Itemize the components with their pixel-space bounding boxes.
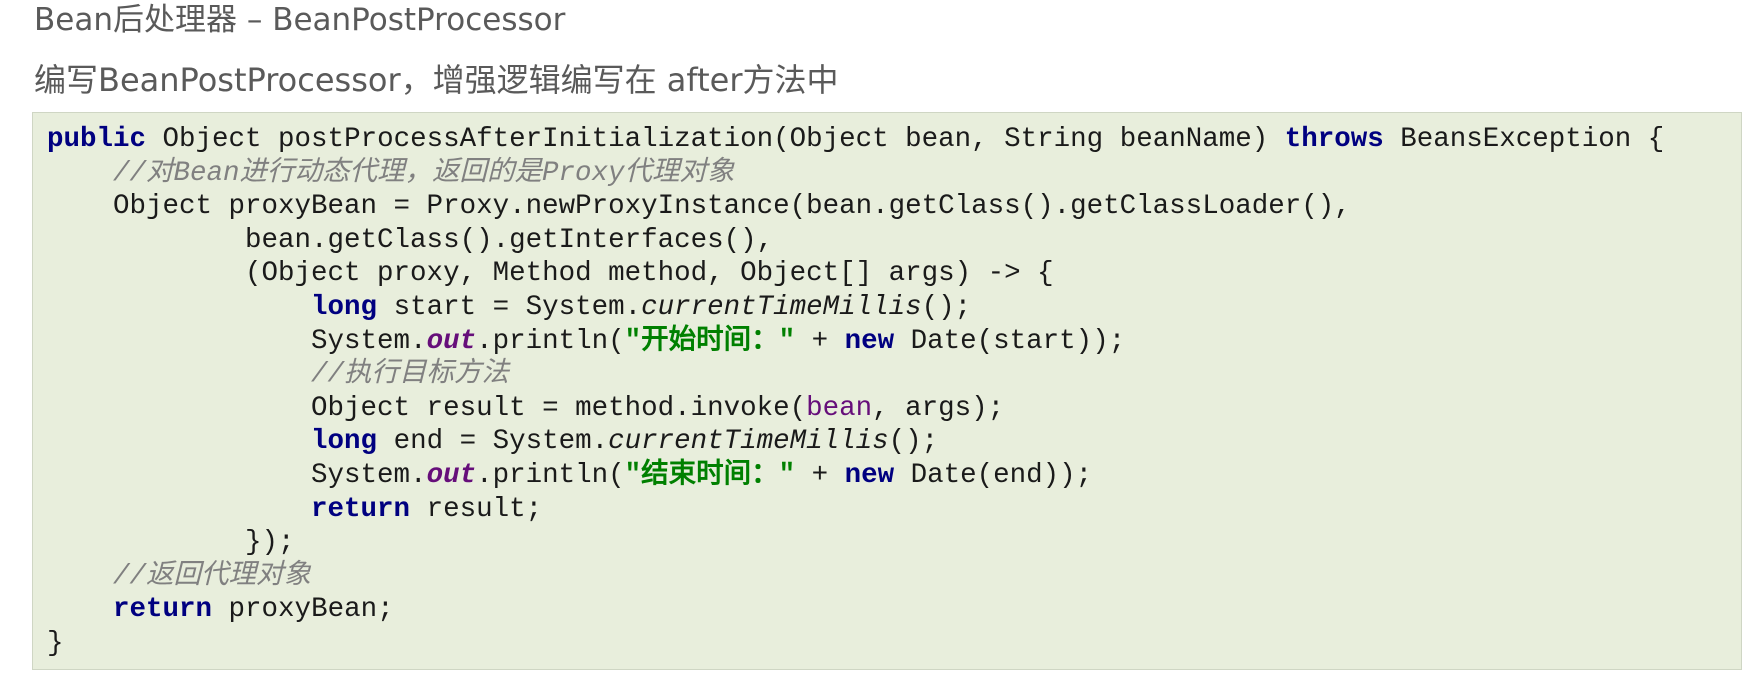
code-line: long start = System.currentTimeMillis(); (47, 291, 1741, 325)
code-comment: //执行目标方法 (311, 359, 510, 391)
code-static-field: out (426, 325, 477, 357)
code-text: Date(start)); (894, 325, 1126, 357)
code-static-method: currentTimeMillis (641, 291, 922, 323)
code-text: Date(end)); (894, 459, 1093, 491)
code-variable: bean (806, 392, 873, 424)
code-comment: //对Bean进行动态代理，返回的是Proxy代理对象 (113, 157, 735, 189)
code-text: Object result = method.invoke( (47, 392, 807, 424)
code-text: + (795, 459, 845, 491)
code-text: Object proxyBean = Proxy.newProxyInstanc… (47, 191, 1351, 223)
code-string: "结束时间：" (624, 459, 796, 491)
code-text: }); (47, 527, 295, 559)
code-line: (Object proxy, Method method, Object[] a… (47, 257, 1741, 291)
code-keyword: new (844, 325, 895, 357)
code-text: (); (921, 291, 972, 323)
code-text: + (795, 325, 845, 357)
code-text: bean.getClass().getInterfaces(), (47, 224, 774, 256)
code-text: result; (410, 493, 543, 525)
code-line: }); (47, 526, 1741, 560)
code-text: System. (47, 459, 427, 491)
code-line: Object result = method.invoke(bean, args… (47, 392, 1741, 426)
code-text: proxyBean; (212, 594, 394, 626)
code-line: //执行目标方法 (47, 358, 1741, 392)
code-text: Object postProcessAfterInitialization(Ob… (146, 124, 1285, 155)
code-text: start = System. (377, 291, 642, 323)
code-line: return result; (47, 493, 1741, 527)
code-line: //返回代理对象 (47, 560, 1741, 594)
code-line: } (47, 627, 1741, 661)
code-keyword: long (311, 291, 378, 323)
code-keyword: throws (1284, 124, 1384, 155)
code-text: .println( (476, 459, 625, 491)
code-text: } (47, 627, 64, 659)
code-keyword: long (311, 426, 378, 458)
code-line: long end = System.currentTimeMillis(); (47, 425, 1741, 459)
code-keyword: return (311, 493, 411, 525)
code-keyword: return (113, 594, 213, 626)
page-title: Bean后处理器 – BeanPostProcessor (34, 2, 566, 38)
code-text: (Object proxy, Method method, Object[] a… (47, 258, 1054, 290)
code-text: BeansException { (1383, 124, 1665, 155)
code-line: //对Bean进行动态代理，返回的是Proxy代理对象 (47, 157, 1741, 191)
page-subtitle: 编写BeanPostProcessor，增强逻辑编写在 after方法中 (34, 61, 839, 99)
code-comment: //返回代理对象 (113, 560, 312, 592)
code-line: public Object postProcessAfterInitializa… (47, 123, 1741, 157)
code-block: public Object postProcessAfterInitializa… (32, 112, 1742, 670)
code-line: bean.getClass().getInterfaces(), (47, 224, 1741, 258)
code-text: (); (888, 426, 939, 458)
code-text: .println( (476, 325, 625, 357)
code-static-method: currentTimeMillis (608, 426, 889, 458)
code-text: , args); (872, 392, 1005, 424)
code-line: System.out.println("结束时间：" + new Date(en… (47, 459, 1741, 493)
code-string: "开始时间：" (624, 325, 796, 357)
code-line: System.out.println("开始时间：" + new Date(st… (47, 325, 1741, 359)
code-keyword: new (844, 459, 895, 491)
code-static-field: out (426, 459, 477, 491)
code-keyword: public (47, 124, 147, 155)
code-text: System. (47, 325, 427, 357)
code-text: end = System. (377, 426, 609, 458)
code-line: Object proxyBean = Proxy.newProxyInstanc… (47, 190, 1741, 224)
code-line: return proxyBean; (47, 593, 1741, 627)
